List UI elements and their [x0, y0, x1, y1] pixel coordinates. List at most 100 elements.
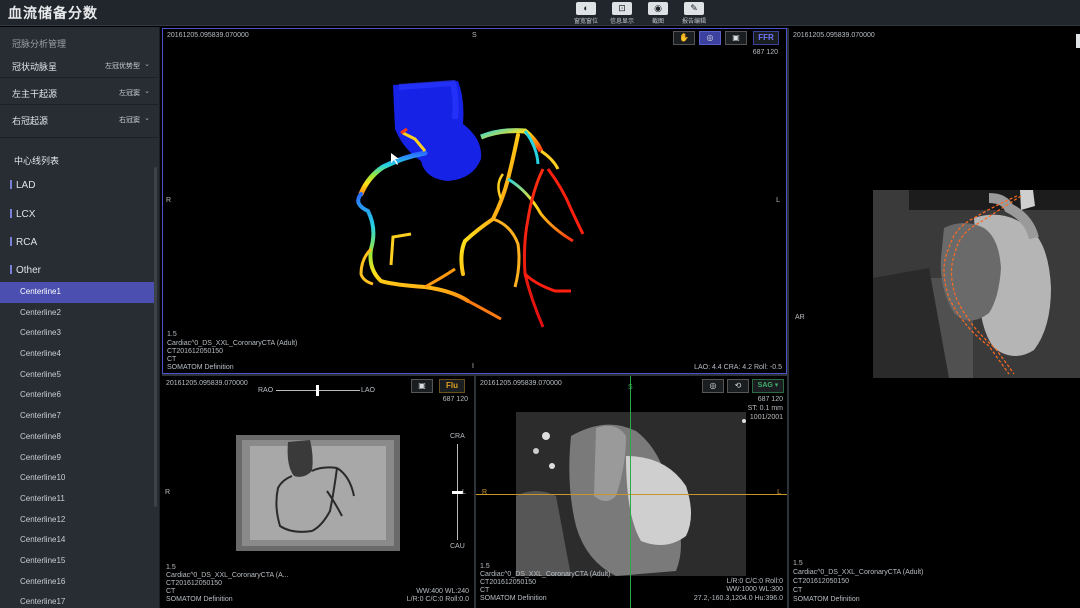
centerline-item[interactable]: Centerline3: [0, 323, 155, 344]
centerline-item[interactable]: Centerline5: [0, 365, 155, 386]
ct-id: CT201612050150: [166, 580, 223, 587]
centerline-item[interactable]: Centerline2: [0, 303, 155, 324]
sag-tag[interactable]: SAG ▾: [752, 379, 784, 393]
sag-tag-label: SAG: [757, 382, 773, 389]
group-marker: [10, 209, 12, 218]
report-edit-button[interactable]: ✎ 报告编辑: [676, 0, 712, 26]
centerline-item[interactable]: Centerline12: [0, 510, 155, 531]
slice-thickness: 1.5: [166, 564, 176, 571]
chevron-down-icon: ⌄: [144, 61, 150, 68]
eye-icon: ◎: [709, 381, 717, 390]
vertical-crosshair[interactable]: [630, 376, 631, 608]
setting-label: 左主干起源: [12, 89, 58, 99]
horizontal-crosshair[interactable]: [476, 494, 787, 495]
group-rca[interactable]: RCA: [10, 237, 37, 248]
setting-value: 左冠优势型: [105, 63, 140, 70]
window-level: WW:1000 WL:300: [726, 586, 783, 593]
setting-value: 左冠窦: [119, 90, 140, 97]
dims: 687 120: [757, 396, 783, 403]
viewport-fluoro[interactable]: 20161205.095839.070000 RAO LAO ▣ Flu 687…: [162, 376, 474, 608]
group-lad[interactable]: LAD: [10, 180, 35, 191]
divider: [0, 77, 158, 78]
orientation-right: L: [777, 489, 781, 496]
ct-id: CT201612050150: [793, 578, 850, 585]
sidebar-scrollbar[interactable]: [154, 167, 157, 507]
view-button[interactable]: ◎: [702, 379, 724, 393]
camera-icon: ◉: [648, 2, 668, 15]
left-main-origin-select[interactable]: 左主干起源 左冠窦 ⌄: [0, 82, 158, 102]
viewport-divider[interactable]: [787, 28, 789, 608]
slice-thickness-st: ST: 0.1 mm: [747, 405, 783, 412]
centerline-list-title: 中心线列表: [14, 156, 60, 166]
centerline-item[interactable]: Centerline6: [0, 385, 155, 406]
group-other[interactable]: Other: [10, 265, 41, 276]
protocol: Cardiac^0_DS_XXL_CoronaryCTA (Adult): [480, 571, 611, 578]
dominance-select[interactable]: 冠状动脉呈 左冠优势型 ⌄: [0, 55, 158, 75]
slice-thickness: 1.5: [793, 560, 803, 567]
title-bar: 血流储备分数 ◐ 窗宽窗位 ⊡ 信息显示 ◉ 截图 ✎ 报告编辑: [0, 0, 1080, 26]
viewport-sagittal[interactable]: 20161205.095839.070000 S ◎ ⟲ SAG ▾ 687 1…: [476, 376, 787, 608]
divider: [0, 137, 158, 138]
centerline-item[interactable]: Centerline8: [0, 427, 155, 448]
tool-label: 窗宽窗位: [573, 19, 598, 25]
app-title: 血流储备分数: [8, 5, 98, 21]
group-label: RCA: [16, 237, 38, 248]
centerline-item[interactable]: Centerline1: [0, 282, 155, 303]
group-lcx[interactable]: LCX: [10, 209, 35, 220]
rotation-info: L/R:0 C/C:0 Roll:0: [726, 578, 783, 585]
centerline-item[interactable]: Centerline17: [0, 592, 155, 608]
centerline-item[interactable]: Centerline7: [0, 406, 155, 427]
centerline-item[interactable]: Centerline16: [0, 572, 155, 593]
info-display-button[interactable]: ⊡ 信息显示: [604, 0, 640, 26]
chevron-down-icon: ▾: [774, 382, 779, 389]
centerline-item[interactable]: Centerline9: [0, 448, 155, 469]
window-level: WW:400 WL:240: [416, 588, 469, 595]
centerline-list: Centerline1 Centerline2 Centerline3 Centerl…: [0, 282, 155, 608]
setting-label: 右冠起源: [12, 116, 49, 126]
group-marker: [10, 237, 12, 246]
tool-label: 报告编辑: [681, 19, 706, 25]
slice-thickness: 1.5: [480, 563, 490, 570]
chevron-down-icon: ⌄: [144, 88, 150, 95]
setting-value: 右冠窦: [119, 117, 140, 124]
setting-label: 冠状动脉呈: [12, 62, 58, 72]
group-label: LAD: [16, 180, 36, 191]
report-edit-icon: ✎: [684, 2, 704, 15]
orientation-top: S: [628, 384, 633, 391]
modality: CT: [166, 588, 176, 595]
centerline-item[interactable]: Centerline10: [0, 468, 155, 489]
window-level-button[interactable]: ◐ 窗宽窗位: [568, 0, 604, 26]
screenshot-button[interactable]: ◉ 截图: [640, 0, 676, 26]
centerline-item[interactable]: Centerline14: [0, 530, 155, 551]
info-display-icon: ⊡: [612, 2, 632, 15]
ct-id: CT201612050150: [480, 579, 537, 586]
centerline-item[interactable]: Centerline4: [0, 344, 155, 365]
tool-label: 截图: [651, 19, 664, 25]
protocol: Cardiac^0_DS_XXL_CoronaryCTA (Adult): [793, 569, 924, 576]
rotate-icon: ⟲: [734, 381, 742, 390]
modality: CT: [480, 587, 490, 594]
contrast-icon: ◐: [576, 2, 596, 15]
group-label: Other: [16, 265, 42, 276]
sidebar: 冠脉分析管理 冠状动脉呈 左冠优势型 ⌄ 左主干起源 左冠窦 ⌄ 右冠起源 右冠…: [0, 27, 160, 608]
tool-label: 信息显示: [609, 19, 634, 25]
scanner: SOMATOM Definition: [793, 596, 860, 603]
centerline-item[interactable]: Centerline15: [0, 551, 155, 572]
scanner: SOMATOM Definition: [166, 596, 233, 603]
rotation-info: L/R:0 C/C:0 Roll:0.0: [406, 596, 469, 603]
viewport-3d-ffr[interactable]: 20161205.095839.070000 S ✋ ◎ ▣ FFR 687 1…: [162, 28, 787, 374]
group-marker: [10, 180, 12, 189]
viewport-mpr-right[interactable]: 20161205.095839.070000 AR 1.5 Cardiac^0_…: [789, 28, 1080, 608]
group-label: LCX: [16, 209, 36, 220]
coronary-tree-render: [356, 79, 585, 328]
rotate-button[interactable]: ⟲: [727, 379, 749, 393]
cursor-coordinate: 27.2,-160.3,1204.0 Hu:396.0: [693, 595, 783, 602]
protocol: Cardiac^0_DS_XXL_CoronaryCTA (A...: [166, 572, 289, 579]
modality: CT: [793, 587, 803, 594]
sidebar-header: 冠脉分析管理: [12, 39, 67, 49]
mpr-image: [873, 190, 1080, 378]
frame-index: 1001/2001: [749, 414, 783, 421]
centerline-item[interactable]: Centerline11: [0, 489, 155, 510]
right-coronary-origin-select[interactable]: 右冠起源 右冠窦 ⌄: [0, 109, 158, 129]
scanner: SOMATOM Definition: [480, 595, 547, 602]
